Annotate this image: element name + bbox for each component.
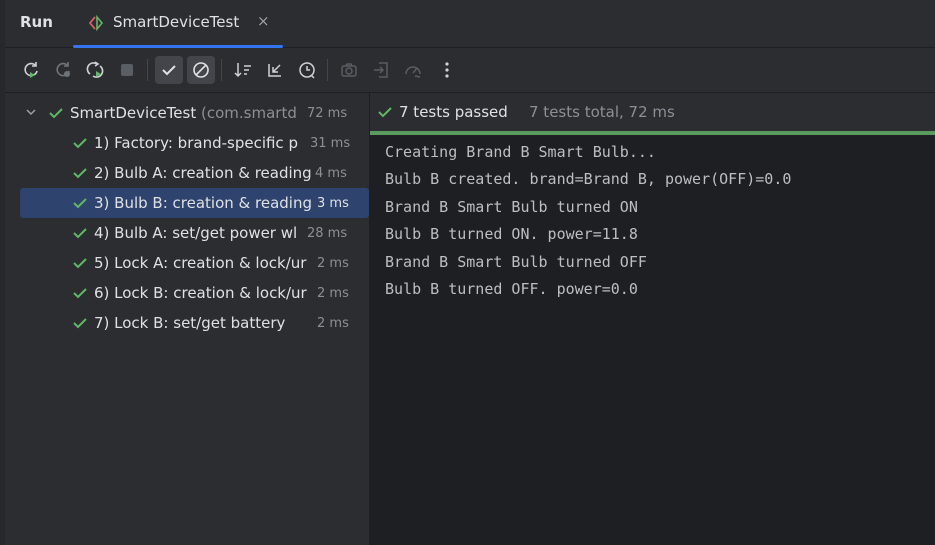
- tests-passed-label: 7 tests passed: [399, 103, 508, 121]
- tree-item-time: 2 ms: [317, 256, 349, 271]
- show-passed-icon[interactable]: [155, 56, 183, 84]
- tree-item-6[interactable]: 6) Lock B: creation & lock/ur 2 ms: [5, 278, 369, 308]
- tree-item-4[interactable]: 4) Bulb A: set/get power wl 28 ms: [5, 218, 369, 248]
- camera-icon[interactable]: [335, 56, 363, 84]
- close-icon[interactable]: ×: [257, 12, 270, 30]
- console-line: Bulb B turned OFF. power=0.0: [385, 279, 638, 298]
- check-icon: [377, 104, 393, 120]
- toolbar-separator: [147, 59, 148, 81]
- console-output[interactable]: Creating Brand B Smart Bulb... Bulb B cr…: [385, 139, 791, 303]
- run-tool-window-header: Run SmartDeviceTest ×: [5, 0, 935, 48]
- console-line: Brand B Smart Bulb turned ON: [385, 197, 638, 216]
- chevron-down-icon[interactable]: [25, 106, 37, 118]
- tree-item-label: 3) Bulb B: creation & reading: [94, 194, 312, 212]
- tab-smartdevicetest[interactable]: SmartDeviceTest ×: [73, 0, 283, 48]
- import-tests-icon[interactable]: [367, 56, 395, 84]
- tests-summary-label: 7 tests total, 72 ms: [529, 103, 675, 121]
- tree-item-time: 28 ms: [307, 226, 348, 241]
- tree-item-label: 1) Factory: brand-specific p: [94, 134, 298, 152]
- tab-label: SmartDeviceTest: [113, 13, 240, 31]
- tree-item-label: 7) Lock B: set/get battery: [94, 314, 286, 332]
- check-icon: [72, 135, 88, 151]
- test-status-header: 7 tests passed 7 tests total, 72 ms: [370, 93, 935, 131]
- toggle-autotest-icon[interactable]: [81, 56, 109, 84]
- rerun-failed-icon[interactable]: [49, 56, 77, 84]
- sort-alpha-icon[interactable]: [229, 56, 257, 84]
- console-panel: 7 tests passed 7 tests total, 72 ms Crea…: [370, 93, 935, 545]
- tree-item-label: 6) Lock B: creation & lock/ur: [94, 284, 307, 302]
- more-icon[interactable]: [433, 56, 461, 84]
- collapse-all-icon[interactable]: [261, 56, 289, 84]
- check-icon: [48, 105, 64, 121]
- tree-root-row[interactable]: SmartDeviceTest (com.smartd 72 ms: [5, 98, 369, 128]
- check-icon: [72, 255, 88, 271]
- sort-duration-icon[interactable]: [293, 56, 321, 84]
- tree-item-label: 5) Lock A: creation & lock/ur: [94, 254, 307, 272]
- show-ignored-icon[interactable]: [187, 56, 215, 84]
- test-progress-bar: [370, 131, 935, 135]
- console-line: Bulb B created. brand=Brand B, power(OFF…: [385, 170, 792, 189]
- tree-item-label: 4) Bulb A: set/get power wl: [94, 224, 298, 242]
- check-icon: [72, 165, 88, 181]
- toolbar-separator: [327, 59, 328, 81]
- run-title: Run: [20, 13, 53, 31]
- rerun-icon[interactable]: [17, 56, 45, 84]
- tree-item-time: 2 ms: [317, 316, 349, 331]
- check-icon: [72, 225, 88, 241]
- toolbar-separator: [221, 59, 222, 81]
- check-icon: [72, 195, 88, 211]
- tree-item-time: 31 ms: [310, 136, 351, 151]
- tree-item-time: 3 ms: [317, 196, 349, 211]
- console-line: Creating Brand B Smart Bulb...: [385, 143, 656, 161]
- tree-item-5[interactable]: 5) Lock A: creation & lock/ur 2 ms: [5, 248, 369, 278]
- tree-item-7[interactable]: 7) Lock B: set/get battery 2 ms: [5, 308, 369, 338]
- console-line: Bulb B turned ON. power=11.8: [385, 225, 638, 244]
- stop-icon[interactable]: [113, 56, 141, 84]
- test-run-icon: [87, 14, 105, 32]
- tree-item-1[interactable]: 1) Factory: brand-specific p 31 ms: [5, 128, 369, 158]
- check-icon: [72, 285, 88, 301]
- tree-root-time: 72 ms: [307, 106, 348, 121]
- tree-item-2[interactable]: 2) Bulb A: creation & reading 4 ms: [5, 158, 369, 188]
- gauge-icon[interactable]: [399, 56, 427, 84]
- tree-root-label: SmartDeviceTest (com.smartd: [70, 104, 297, 122]
- tree-item-3-selected[interactable]: 3) Bulb B: creation & reading 3 ms: [20, 188, 369, 218]
- tree-item-time: 2 ms: [317, 286, 349, 301]
- tree-item-time: 4 ms: [315, 166, 347, 181]
- test-tree: SmartDeviceTest (com.smartd 72 ms 1) Fac…: [5, 93, 369, 545]
- run-toolbar: [5, 48, 935, 93]
- check-icon: [72, 315, 88, 331]
- console-line: Brand B Smart Bulb turned OFF: [385, 252, 647, 271]
- tree-item-label: 2) Bulb A: creation & reading: [94, 164, 312, 182]
